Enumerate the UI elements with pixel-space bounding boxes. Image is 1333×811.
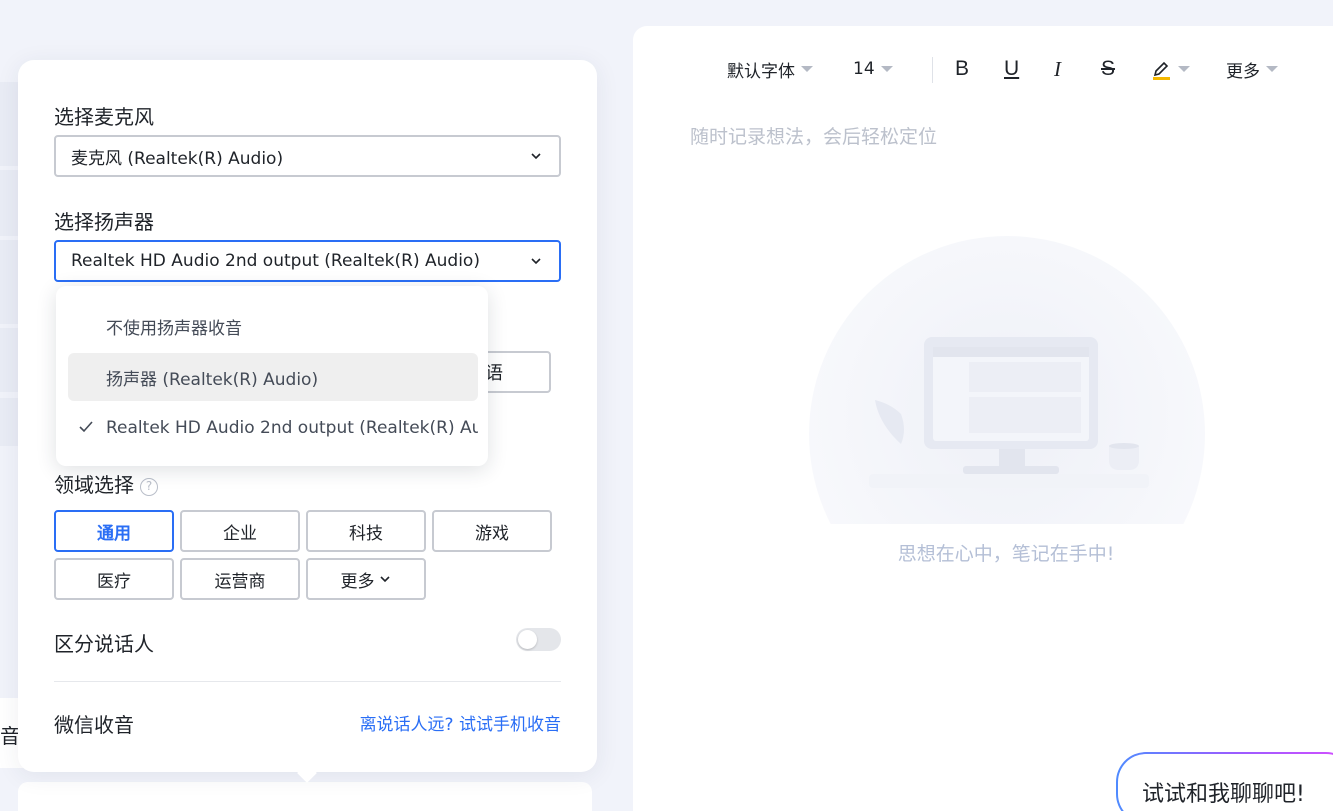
toolbar-divider: [932, 57, 933, 83]
bold-button[interactable]: B: [955, 52, 969, 86]
editor-placeholder[interactable]: 随时记录想法，会后轻松定位: [690, 122, 937, 149]
caret-down-icon: [801, 66, 813, 72]
phone-capture-link[interactable]: 离说话人远? 试试手机收音: [360, 710, 561, 735]
speaker-select[interactable]: Realtek HD Audio 2nd output (Realtek(R) …: [54, 240, 561, 282]
toggle-knob: [518, 630, 537, 649]
speaker-select-value: Realtek HD Audio 2nd output (Realtek(R) …: [71, 251, 480, 271]
font-size-select[interactable]: 14: [853, 52, 893, 86]
speaker-diarization-toggle[interactable]: [516, 628, 561, 651]
empty-notes-illustration: [809, 236, 1205, 524]
editor-toolbar: 默认字体 14 B U I S 更多: [633, 52, 1333, 86]
mic-label: 选择麦克风: [54, 105, 154, 129]
section-divider: [54, 681, 561, 682]
highlighter-icon: [1153, 61, 1170, 80]
more-format-label: 更多: [1226, 61, 1260, 82]
domain-more-label: 更多: [340, 571, 375, 592]
domain-chip-general[interactable]: 通用: [54, 510, 174, 552]
background-card: [18, 782, 592, 811]
font-family-value: 默认字体: [727, 61, 795, 82]
speaker-option[interactable]: 不使用扬声器收音: [68, 302, 478, 350]
mic-select-value: 麦克风 (Realtek(R) Audio): [71, 148, 284, 169]
speaker-option[interactable]: Realtek HD Audio 2nd output (Realtek(R) …: [68, 404, 478, 452]
underline-icon: U: [1004, 57, 1020, 80]
domain-chip-medical[interactable]: 医疗: [54, 558, 174, 600]
highlight-button[interactable]: [1152, 52, 1190, 86]
bold-icon: B: [955, 57, 970, 80]
italic-button[interactable]: I: [1054, 52, 1061, 86]
help-icon[interactable]: ?: [140, 478, 158, 496]
caret-down-icon: [1266, 66, 1278, 72]
font-family-select[interactable]: 默认字体: [727, 52, 813, 86]
domain-label-text: 领域选择: [54, 473, 134, 497]
caret-down-icon: [880, 66, 893, 72]
speaker-option-label: 不使用扬声器收音: [106, 318, 242, 339]
chat-assistant-button[interactable]: 试试和我聊聊吧!: [1116, 752, 1333, 811]
mic-select[interactable]: 麦克风 (Realtek(R) Audio): [54, 135, 561, 177]
font-size-value: 14: [853, 59, 875, 79]
chevron-down-icon: [531, 153, 541, 160]
italic-icon: I: [1054, 56, 1061, 81]
empty-caption: 思想在心中，笔记在手中!: [897, 543, 1115, 565]
domain-chip-more[interactable]: 更多: [306, 558, 426, 600]
more-format-button[interactable]: 更多: [1226, 52, 1278, 86]
domain-chip-carrier[interactable]: 运营商: [180, 558, 300, 600]
caret-down-icon: [1178, 66, 1190, 72]
speaker-option[interactable]: 扬声器 (Realtek(R) Audio): [68, 353, 478, 401]
strikethrough-icon: S: [1101, 57, 1116, 80]
strikethrough-button[interactable]: S: [1101, 52, 1115, 86]
check-icon: [79, 421, 93, 433]
speaker-dropdown-menu: 不使用扬声器收音 扬声器 (Realtek(R) Audio) Realtek …: [56, 286, 488, 466]
background-partial-text: 音: [0, 724, 20, 748]
wechat-label: 微信收音: [54, 713, 134, 737]
underline-button[interactable]: U: [1004, 52, 1019, 86]
domain-chip-enterprise[interactable]: 企业: [180, 510, 300, 552]
chat-assistant-label: 试试和我聊聊吧!: [1118, 754, 1333, 811]
speaker-diarization-label: 区分说话人: [54, 632, 154, 656]
domain-label: 领域选择?: [54, 469, 158, 498]
chevron-down-icon: [531, 258, 541, 265]
domain-chip-tech[interactable]: 科技: [306, 510, 426, 552]
speaker-label: 选择扬声器: [54, 210, 154, 234]
speaker-option-label: Realtek HD Audio 2nd output (Realtek(R) …: [106, 418, 478, 438]
chevron-down-icon: [379, 576, 390, 583]
domain-chip-game[interactable]: 游戏: [432, 510, 552, 552]
audio-settings-popover: 选择麦克风 麦克风 (Realtek(R) Audio) 选择扬声器 Realt…: [18, 60, 597, 772]
note-editor: 默认字体 14 B U I S 更多 随时记录想法，会后轻松定位 思想在心中，笔…: [633, 26, 1333, 811]
speaker-option-label: 扬声器 (Realtek(R) Audio): [106, 369, 319, 390]
